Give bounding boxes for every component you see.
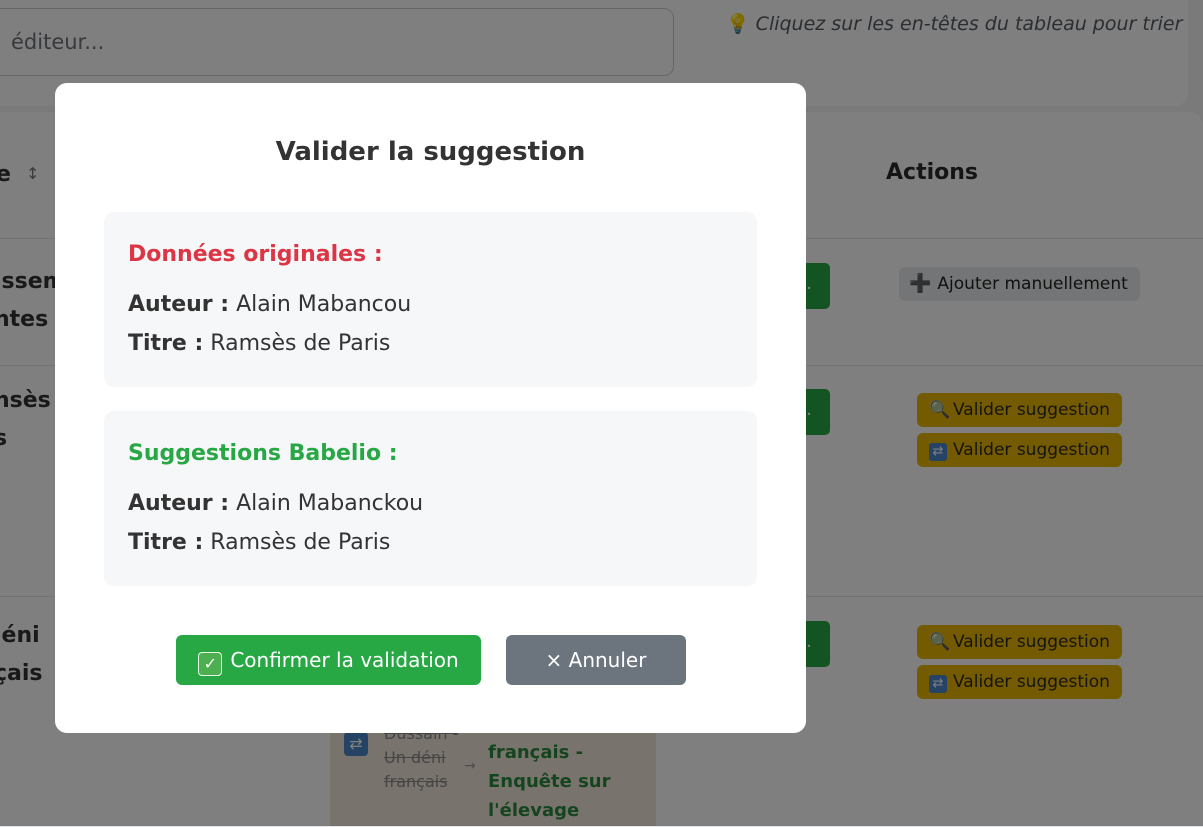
suggestion-panel: Suggestions Babelio : Auteur : Alain Mab…	[104, 411, 757, 586]
cancel-button[interactable]: × Annuler	[506, 635, 686, 685]
author-value: Alain Mabancou	[236, 292, 412, 317]
confirm-label: Confirmer la validation	[230, 648, 459, 672]
check-icon: ✓	[198, 652, 223, 676]
title-value: Ramsès de Paris	[210, 530, 391, 555]
author-label: Auteur :	[128, 491, 230, 516]
title-label: Titre :	[128, 331, 204, 356]
original-data-panel: Données originales : Auteur : Alain Maba…	[104, 212, 757, 387]
suggested-title: Titre : Ramsès de Paris	[128, 530, 390, 555]
title-value: Ramsès de Paris	[210, 331, 391, 356]
suggestion-heading: Suggestions Babelio :	[128, 441, 398, 466]
author-value: Alain Mabanckou	[236, 491, 424, 516]
author-label: Auteur :	[128, 292, 230, 317]
cancel-label: × Annuler	[545, 648, 647, 672]
original-author: Auteur : Alain Mabancou	[128, 292, 411, 317]
original-heading: Données originales :	[128, 242, 383, 267]
original-title: Titre : Ramsès de Paris	[128, 331, 390, 356]
validation-modal: Valider la suggestion Données originales…	[55, 83, 806, 733]
suggested-author: Auteur : Alain Mabanckou	[128, 491, 423, 516]
confirm-button[interactable]: ✓ Confirmer la validation	[176, 635, 481, 685]
title-label: Titre :	[128, 530, 204, 555]
modal-title: Valider la suggestion	[275, 137, 586, 167]
